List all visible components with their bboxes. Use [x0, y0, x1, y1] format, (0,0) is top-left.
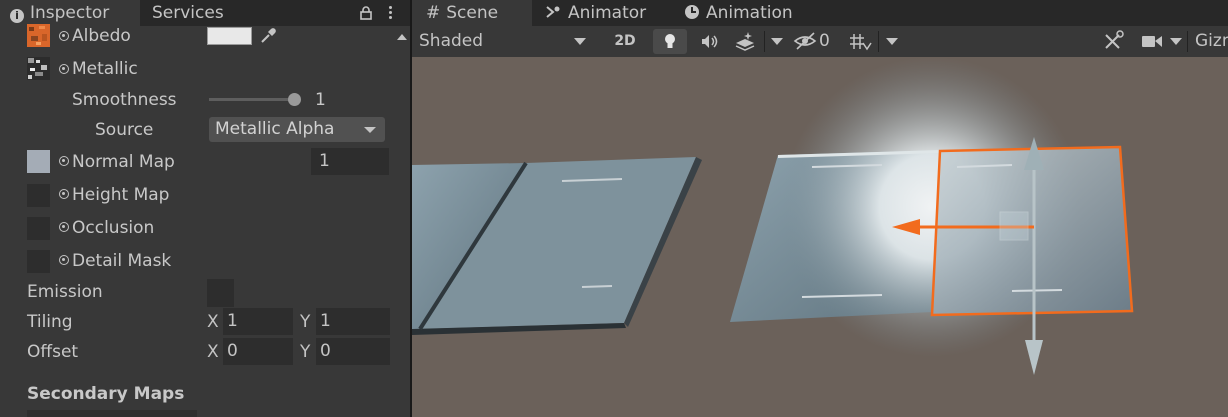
- normal-scale-field[interactable]: 1: [311, 148, 389, 175]
- hash-icon: #: [426, 3, 441, 23]
- secondary-maps-header: Secondary Maps: [27, 384, 185, 404]
- albedo-picker-icon[interactable]: [59, 31, 69, 41]
- emission-row: Emission: [0, 277, 400, 307]
- albedo-row: Albedo: [0, 21, 400, 51]
- offset-label: Offset: [27, 342, 79, 362]
- offset-x-value: 0: [227, 341, 238, 361]
- tiling-label: Tiling: [27, 312, 73, 332]
- source-dropdown[interactable]: Metallic Alpha: [209, 117, 385, 142]
- tab-animator[interactable]: Animator: [536, 0, 674, 26]
- tab-animator-label: Animator: [568, 3, 647, 23]
- lightbulb-icon: [665, 34, 675, 48]
- source-label: Source: [95, 120, 154, 140]
- emission-label[interactable]: Emission: [27, 277, 103, 307]
- scene-toolbar: Shaded 2D 0 Giz: [412, 26, 1228, 57]
- hidden-objects-count: 0: [819, 31, 830, 51]
- metallic-row: Metallic: [0, 54, 400, 84]
- source-dropdown-value: Metallic Alpha: [215, 119, 335, 139]
- offset-y-field[interactable]: 0: [316, 338, 390, 365]
- floor-plate-left[interactable]: [412, 157, 702, 335]
- shading-mode-dropdown[interactable]: Shaded: [419, 26, 483, 57]
- occlusion-row: Occlusion: [0, 213, 400, 243]
- tools-icon[interactable]: [1100, 29, 1130, 54]
- lighting-toggle-button[interactable]: [653, 29, 687, 54]
- smoothness-value[interactable]: 1: [315, 85, 326, 115]
- tiling-row: Tiling X 1 Y 1: [0, 307, 400, 337]
- offset-row: Offset X 0 Y 0: [0, 337, 400, 367]
- chevron-down-icon[interactable]: [886, 38, 898, 45]
- grid-icon[interactable]: [846, 29, 876, 54]
- tab-animation[interactable]: Animation: [674, 0, 824, 26]
- tab-scene-label: Scene: [446, 3, 499, 23]
- smoothness-slider-handle[interactable]: [288, 93, 301, 106]
- cut-off-row: [27, 410, 197, 417]
- scene-tab-bar: # Scene Animator Animation: [412, 0, 1228, 26]
- tab-animation-label: Animation: [706, 3, 793, 23]
- hidden-objects-icon[interactable]: [792, 29, 822, 54]
- chevron-down-icon[interactable]: [1170, 38, 1182, 45]
- offset-x-field[interactable]: 0: [223, 338, 293, 365]
- tab-scene[interactable]: # Scene: [412, 0, 532, 26]
- lock-icon[interactable]: [360, 6, 372, 20]
- height-map-picker-icon[interactable]: [59, 189, 69, 199]
- offset-x-axis-label: X: [207, 342, 219, 362]
- tiling-x-field[interactable]: 1: [223, 308, 293, 335]
- tiling-x-value: 1: [227, 311, 238, 331]
- metallic-texture-thumbnail[interactable]: [27, 57, 50, 80]
- camera-icon[interactable]: [1138, 29, 1168, 54]
- metallic-label: Metallic: [72, 59, 138, 79]
- tab-services-label: Services: [152, 3, 224, 23]
- eyedropper-icon[interactable]: [259, 27, 277, 45]
- kebab-menu-icon[interactable]: [387, 4, 393, 22]
- chevron-down-icon[interactable]: [574, 38, 586, 45]
- tiling-x-axis-label: X: [207, 312, 219, 332]
- chevron-down-icon: [364, 127, 376, 133]
- offset-y-axis-label: Y: [300, 342, 311, 362]
- scroll-up-arrow-icon[interactable]: [397, 34, 407, 40]
- emission-toggle[interactable]: [207, 279, 234, 307]
- detail-mask-row: Detail Mask: [0, 246, 400, 276]
- animator-icon: [546, 6, 560, 18]
- smoothness-label: Smoothness: [72, 90, 177, 110]
- smoothness-row: Smoothness 1: [0, 85, 400, 115]
- albedo-color-swatch[interactable]: [207, 27, 252, 45]
- tiling-y-field[interactable]: 1: [316, 308, 390, 335]
- normal-map-texture-thumbnail[interactable]: [27, 150, 50, 173]
- height-map-texture-slot[interactable]: [27, 184, 50, 207]
- detail-mask-label: Detail Mask: [72, 251, 172, 271]
- occlusion-label: Occlusion: [72, 218, 155, 238]
- albedo-label: Albedo: [72, 26, 131, 46]
- tiling-y-axis-label: Y: [300, 312, 311, 332]
- chevron-down-icon[interactable]: [771, 38, 783, 45]
- occlusion-texture-slot[interactable]: [27, 217, 50, 240]
- normal-map-picker-icon[interactable]: [59, 156, 69, 166]
- smoothness-slider-track[interactable]: [209, 98, 295, 101]
- toolbar-separator: [878, 31, 879, 52]
- height-map-row: Height Map: [0, 180, 400, 210]
- gizmos-dropdown[interactable]: Gizmos: [1195, 26, 1228, 57]
- secondary-maps-row: Secondary Maps: [0, 379, 400, 409]
- offset-y-value: 0: [320, 341, 331, 361]
- normal-map-label: Normal Map: [72, 152, 175, 172]
- metallic-picker-icon[interactable]: [59, 64, 69, 74]
- occlusion-picker-icon[interactable]: [59, 222, 69, 232]
- normal-scale-value: 1: [319, 151, 330, 171]
- detail-mask-picker-icon[interactable]: [59, 255, 69, 265]
- 2d-mode-button[interactable]: 2D: [604, 29, 646, 54]
- scene-panel: # Scene Animator Animation Shaded 2D 0 G…: [412, 0, 1228, 417]
- clock-icon: [685, 5, 699, 19]
- toolbar-separator: [1187, 31, 1188, 52]
- detail-mask-texture-slot[interactable]: [27, 250, 50, 273]
- inspector-panel: i Inspector Services Albedo Metallic Smo…: [0, 0, 410, 417]
- floor-plate-selected[interactable]: [930, 145, 1134, 317]
- tab-inspector-label: Inspector: [30, 3, 110, 23]
- scene-viewport[interactable]: [412, 57, 1228, 417]
- height-map-label: Height Map: [72, 185, 170, 205]
- tiling-y-value: 1: [320, 311, 331, 331]
- audio-icon[interactable]: [694, 29, 724, 54]
- toolbar-separator: [764, 31, 765, 52]
- effects-icon[interactable]: [730, 29, 760, 54]
- albedo-texture-thumbnail[interactable]: [27, 24, 50, 47]
